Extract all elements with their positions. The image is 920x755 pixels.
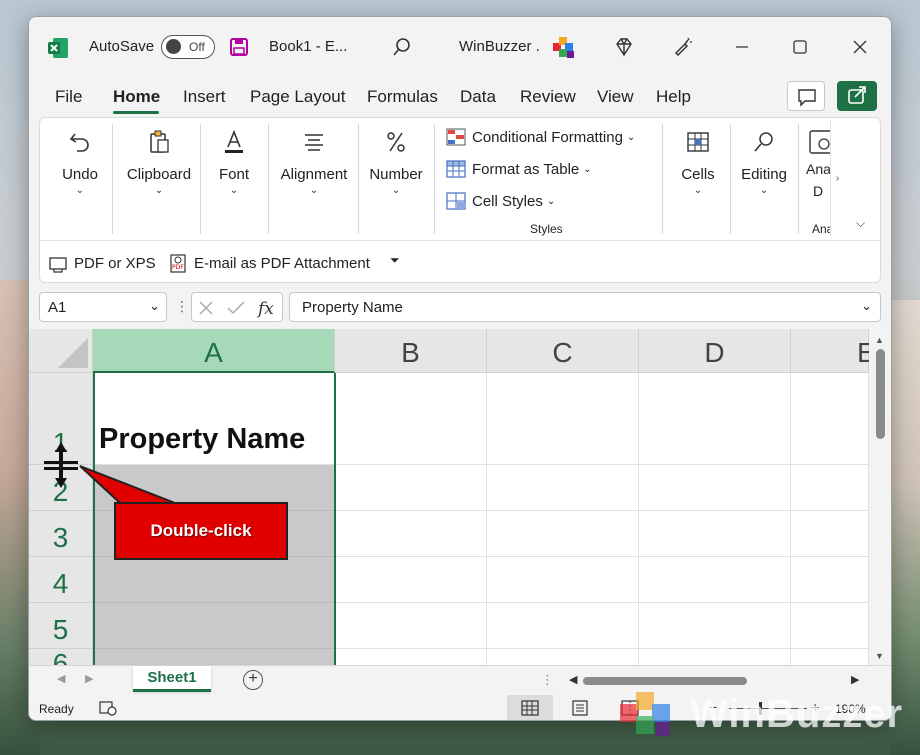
row-resize-cursor-icon xyxy=(44,442,78,488)
callout-pointer xyxy=(79,465,176,504)
double-click-callout: Double-click xyxy=(114,502,288,560)
watermark-text: WinBuzzer xyxy=(690,692,904,736)
